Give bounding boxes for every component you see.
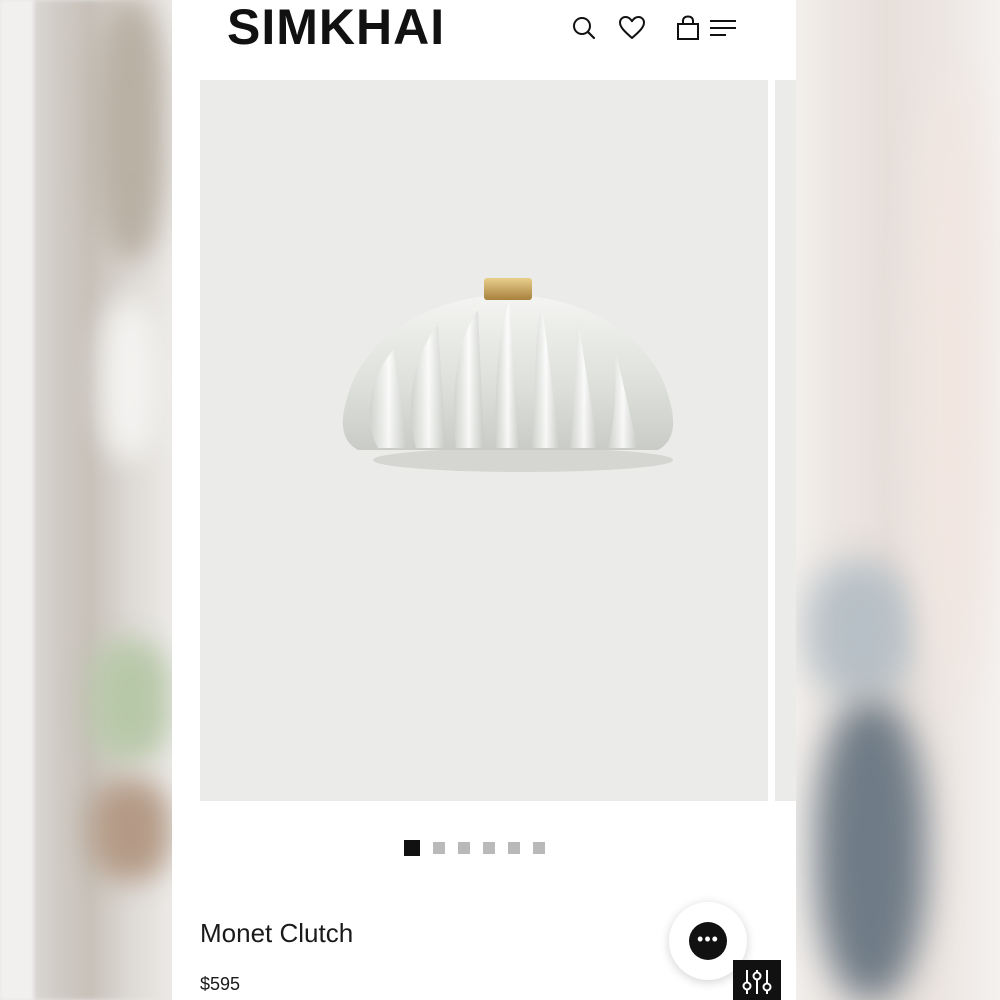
blurred-background-left [0, 0, 172, 1000]
product-price: $595 [200, 974, 241, 994]
pagination-dot[interactable] [533, 842, 545, 854]
pagination-dot[interactable] [404, 840, 420, 856]
brand-logo[interactable]: SIMKHAI [227, 2, 445, 52]
pagination-dot[interactable] [483, 842, 495, 854]
pagination-dot[interactable] [508, 842, 520, 854]
gallery-pagination [404, 840, 545, 856]
menu-icon[interactable] [708, 14, 738, 42]
next-image-peek[interactable] [775, 80, 796, 801]
product-name: Monet Clutch [200, 918, 354, 948]
heart-icon[interactable] [618, 14, 646, 42]
search-icon[interactable] [570, 14, 598, 42]
filter-button[interactable] [733, 960, 781, 1000]
pagination-dot[interactable] [433, 842, 445, 854]
sliders-icon [742, 970, 772, 994]
site-header: SIMKHAI [172, 0, 796, 80]
product-image[interactable] [200, 80, 768, 801]
blurred-background-right [796, 0, 1000, 1000]
product-page: SIMKHAI Monet Clutch $595 ••• [172, 0, 796, 1000]
chat-icon: ••• [689, 922, 727, 960]
shell-clutch-illustration [342, 278, 674, 472]
bag-icon[interactable] [674, 14, 702, 42]
pagination-dot[interactable] [458, 842, 470, 854]
